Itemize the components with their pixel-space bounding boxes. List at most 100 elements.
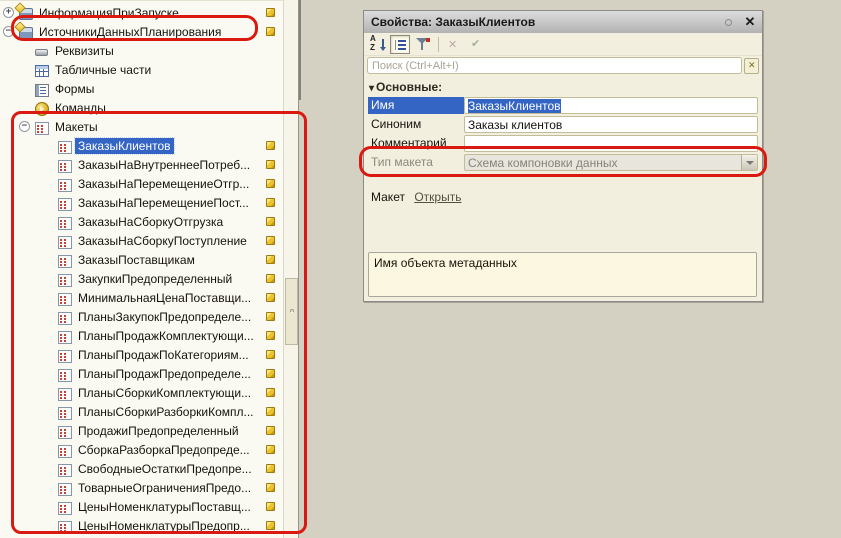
tree-row[interactable]: СвободныеОстаткиПредопре... (0, 459, 283, 478)
tree-row[interactable]: СборкаРазборкаПредопреде... (0, 440, 283, 459)
tree-row[interactable]: ЗаказыНаПеремещениеОтгр... (0, 174, 283, 193)
tree-row[interactable]: ЗакупкиПредопределенный (0, 269, 283, 288)
tree-scrollbar[interactable] (283, 0, 299, 538)
template-icon (57, 424, 71, 438)
open-layout-link[interactable]: Открыть (414, 190, 461, 204)
collapse-icon[interactable]: − (3, 26, 14, 37)
clear-search-button[interactable] (744, 58, 759, 74)
tree-item-label[interactable]: ПланыСборкиРазборкиКомпл... (75, 404, 257, 420)
tree-item-label[interactable]: Реквизиты (52, 43, 117, 59)
categories-tree-icon (393, 39, 407, 51)
tree-item-label[interactable]: ЗаказыНаВнутреннееПотреб... (75, 157, 253, 173)
synonym-field[interactable]: Заказы клиентов (464, 116, 758, 133)
tree-item-label[interactable]: ИсточникиДанныхПланирования (36, 24, 224, 40)
template-icon (57, 462, 71, 476)
tree-row[interactable]: ЗаказыНаВнутреннееПотреб... (0, 155, 283, 174)
tree-item-label[interactable]: ПродажиПредопределенный (75, 423, 242, 439)
properties-palette: Свойства: ЗаказыКлиентов ✕ Основные: Имя… (363, 10, 763, 302)
sort-alphabetical-button[interactable] (367, 35, 387, 54)
tree-item-label[interactable]: ЗаказыПоставщикам (75, 252, 198, 268)
tree-item-label[interactable]: ЗаказыНаПеремещениеОтгр... (75, 176, 252, 192)
collapse-icon[interactable]: − (19, 121, 30, 132)
comment-field[interactable] (464, 135, 758, 152)
expand-icon[interactable]: + (3, 7, 14, 18)
tree-item-label[interactable]: Формы (52, 81, 97, 97)
tree-item-label[interactable]: ПланыПродажКомплектующи... (75, 328, 257, 344)
tree-item-label[interactable]: ПланыПродажПоКатегориям... (75, 347, 252, 363)
tree-item-label[interactable]: Табличные части (52, 62, 154, 78)
tree-row[interactable]: Команды (0, 98, 283, 117)
delivery-cube-icon (266, 274, 275, 283)
tree-row[interactable]: ПланыСборкиРазборкиКомпл... (0, 402, 283, 421)
tree-row[interactable]: ПланыПродажПредопределе... (0, 364, 283, 383)
tree-item-label[interactable]: Макеты (52, 119, 101, 135)
tree-row[interactable]: ПланыЗакупокПредопределе... (0, 307, 283, 326)
tree-item-label[interactable]: СборкаРазборкаПредопреде... (75, 442, 253, 458)
comment-label[interactable]: Комментарий (368, 135, 464, 152)
delivery-cube-icon (266, 483, 275, 492)
tree-row[interactable]: ЗаказыНаСборкуОтгрузка (0, 212, 283, 231)
tree-item-label[interactable]: СвободныеОстаткиПредопре... (75, 461, 255, 477)
tree-row[interactable]: ЗаказыПоставщикам (0, 250, 283, 269)
template-icon (57, 367, 71, 381)
tree-item-label[interactable]: ЗаказыНаПеремещениеПост... (75, 195, 252, 211)
delivery-cube-icon (266, 312, 275, 321)
tree-row[interactable]: − Макеты (0, 117, 283, 136)
name-label[interactable]: Имя (368, 97, 464, 114)
template-icon (57, 386, 71, 400)
close-icon[interactable]: ✕ (742, 14, 758, 30)
layout-label: Макет (371, 190, 405, 204)
section-basic[interactable]: Основные: (369, 80, 758, 94)
scrollbar-thumb[interactable] (285, 278, 298, 345)
properties-title-bar[interactable]: Свойства: ЗаказыКлиентов ✕ (364, 11, 762, 33)
delivery-cube-icon (266, 426, 275, 435)
tree-row[interactable]: ЦеныНоменклатурыПредопр... (0, 516, 283, 535)
template-icon (57, 329, 71, 343)
delivery-cube-icon (266, 464, 275, 473)
tree-row[interactable]: ЗаказыКлиентов (0, 136, 283, 155)
tree-row[interactable]: Табличные части (0, 60, 283, 79)
name-field[interactable]: ЗаказыКлиентов (464, 97, 758, 114)
filter-important-button[interactable] (413, 35, 433, 54)
tree-item-label[interactable]: ЦеныНоменклатурыПоставщ... (75, 499, 254, 515)
tree-row[interactable]: ПланыПродажПоКатегориям... (0, 345, 283, 364)
template-icon (57, 443, 71, 457)
tree-item-label[interactable]: ПланыЗакупокПредопределе... (75, 309, 254, 325)
tree-item-label[interactable]: ЗаказыКлиентов (75, 138, 174, 154)
search-row (364, 56, 762, 76)
template-icon (57, 310, 71, 324)
synonym-label[interactable]: Синоним (368, 116, 464, 133)
tree-row[interactable]: Формы (0, 79, 283, 98)
tree-item-label[interactable]: ЗаказыНаСборкуОтгрузка (75, 214, 226, 230)
delivery-cube-icon (266, 217, 275, 226)
template-icon (57, 481, 71, 495)
template-icon (57, 196, 71, 210)
tree-item-label[interactable]: ЦеныНоменклатурыПредопр... (75, 518, 253, 534)
tree-row[interactable]: ЗаказыНаПеремещениеПост... (0, 193, 283, 212)
tree-row[interactable]: ПродажиПредопределенный (0, 421, 283, 440)
tree-item-label[interactable]: ПланыПродажПредопределе... (75, 366, 254, 382)
tree-row[interactable]: + ИнформацияПриЗапуске (0, 3, 283, 22)
template-icon (57, 519, 71, 533)
pin-icon[interactable] (725, 19, 732, 26)
tree-item-label[interactable]: ТоварныеОграниченияПредо... (75, 480, 254, 496)
tree-row[interactable]: ЗаказыНаСборкуПоступление (0, 231, 283, 250)
tree-item-label[interactable]: ЗаказыНаСборкуПоступление (75, 233, 250, 249)
delivery-cube-icon (266, 160, 275, 169)
search-input[interactable] (367, 57, 742, 74)
property-row-synonym: Синоним Заказы клиентов (366, 115, 760, 134)
tree-row[interactable]: ЦеныНоменклатурыПоставщ... (0, 497, 283, 516)
tree-item-label[interactable]: Команды (52, 100, 109, 116)
tree-row[interactable]: − ИсточникиДанныхПланирования (0, 22, 283, 41)
tree-item-label[interactable]: МинимальнаяЦенаПоставщи... (75, 290, 254, 306)
tree-row[interactable]: Реквизиты (0, 41, 283, 60)
group-by-categories-button[interactable] (390, 35, 410, 54)
properties-toolbar (364, 33, 762, 56)
tree-row[interactable]: ПланыПродажКомплектующи... (0, 326, 283, 345)
tree-row[interactable]: ТоварныеОграниченияПредо... (0, 478, 283, 497)
tree-row[interactable]: МинимальнаяЦенаПоставщи... (0, 288, 283, 307)
tree-item-label[interactable]: ПланыСборкиКомплектующи... (75, 385, 254, 401)
tree-row[interactable]: ПланыСборкиКомплектующи... (0, 383, 283, 402)
tree-item-label[interactable]: ЗакупкиПредопределенный (75, 271, 235, 287)
tree-item-label[interactable]: ИнформацияПриЗапуске (36, 5, 182, 21)
